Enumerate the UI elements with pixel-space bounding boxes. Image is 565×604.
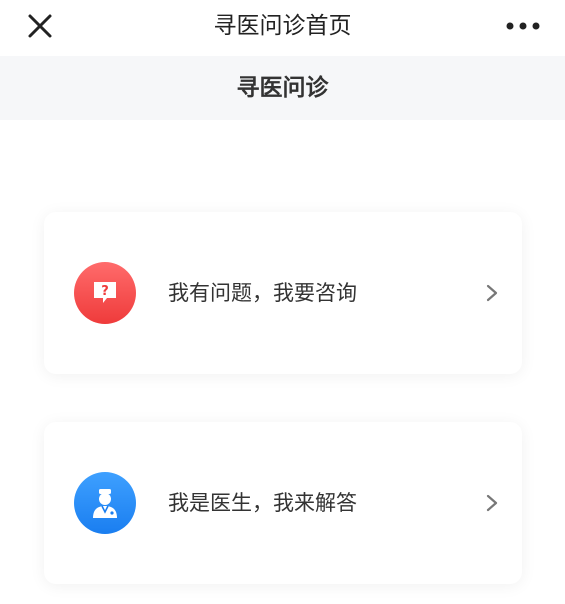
section-title: 寻医问诊	[236, 75, 329, 101]
doctor-icon-circle	[74, 472, 136, 534]
chevron-right-icon	[486, 494, 498, 512]
more-button[interactable]	[503, 12, 543, 40]
consult-icon-circle: ?	[74, 262, 136, 324]
chevron-right-icon	[486, 284, 498, 302]
top-bar: 寻医问诊首页	[0, 0, 565, 52]
more-dots-icon	[506, 22, 540, 30]
svg-text:?: ?	[101, 284, 109, 299]
section-header: 寻医问诊	[0, 56, 565, 120]
doctor-card[interactable]: 我是医生，我来解答	[44, 422, 522, 584]
consult-card[interactable]: ? 我有问题，我要咨询	[44, 212, 522, 374]
main-content: ? 我有问题，我要咨询 我是医生，我来解答	[0, 120, 565, 604]
consult-label: 我有问题，我要咨询	[168, 281, 357, 305]
page-title: 寻医问诊首页	[213, 13, 352, 39]
question-bubble-icon: ?	[94, 282, 116, 303]
doctor-icon	[93, 489, 117, 518]
doctor-label: 我是医生，我来解答	[168, 491, 357, 515]
